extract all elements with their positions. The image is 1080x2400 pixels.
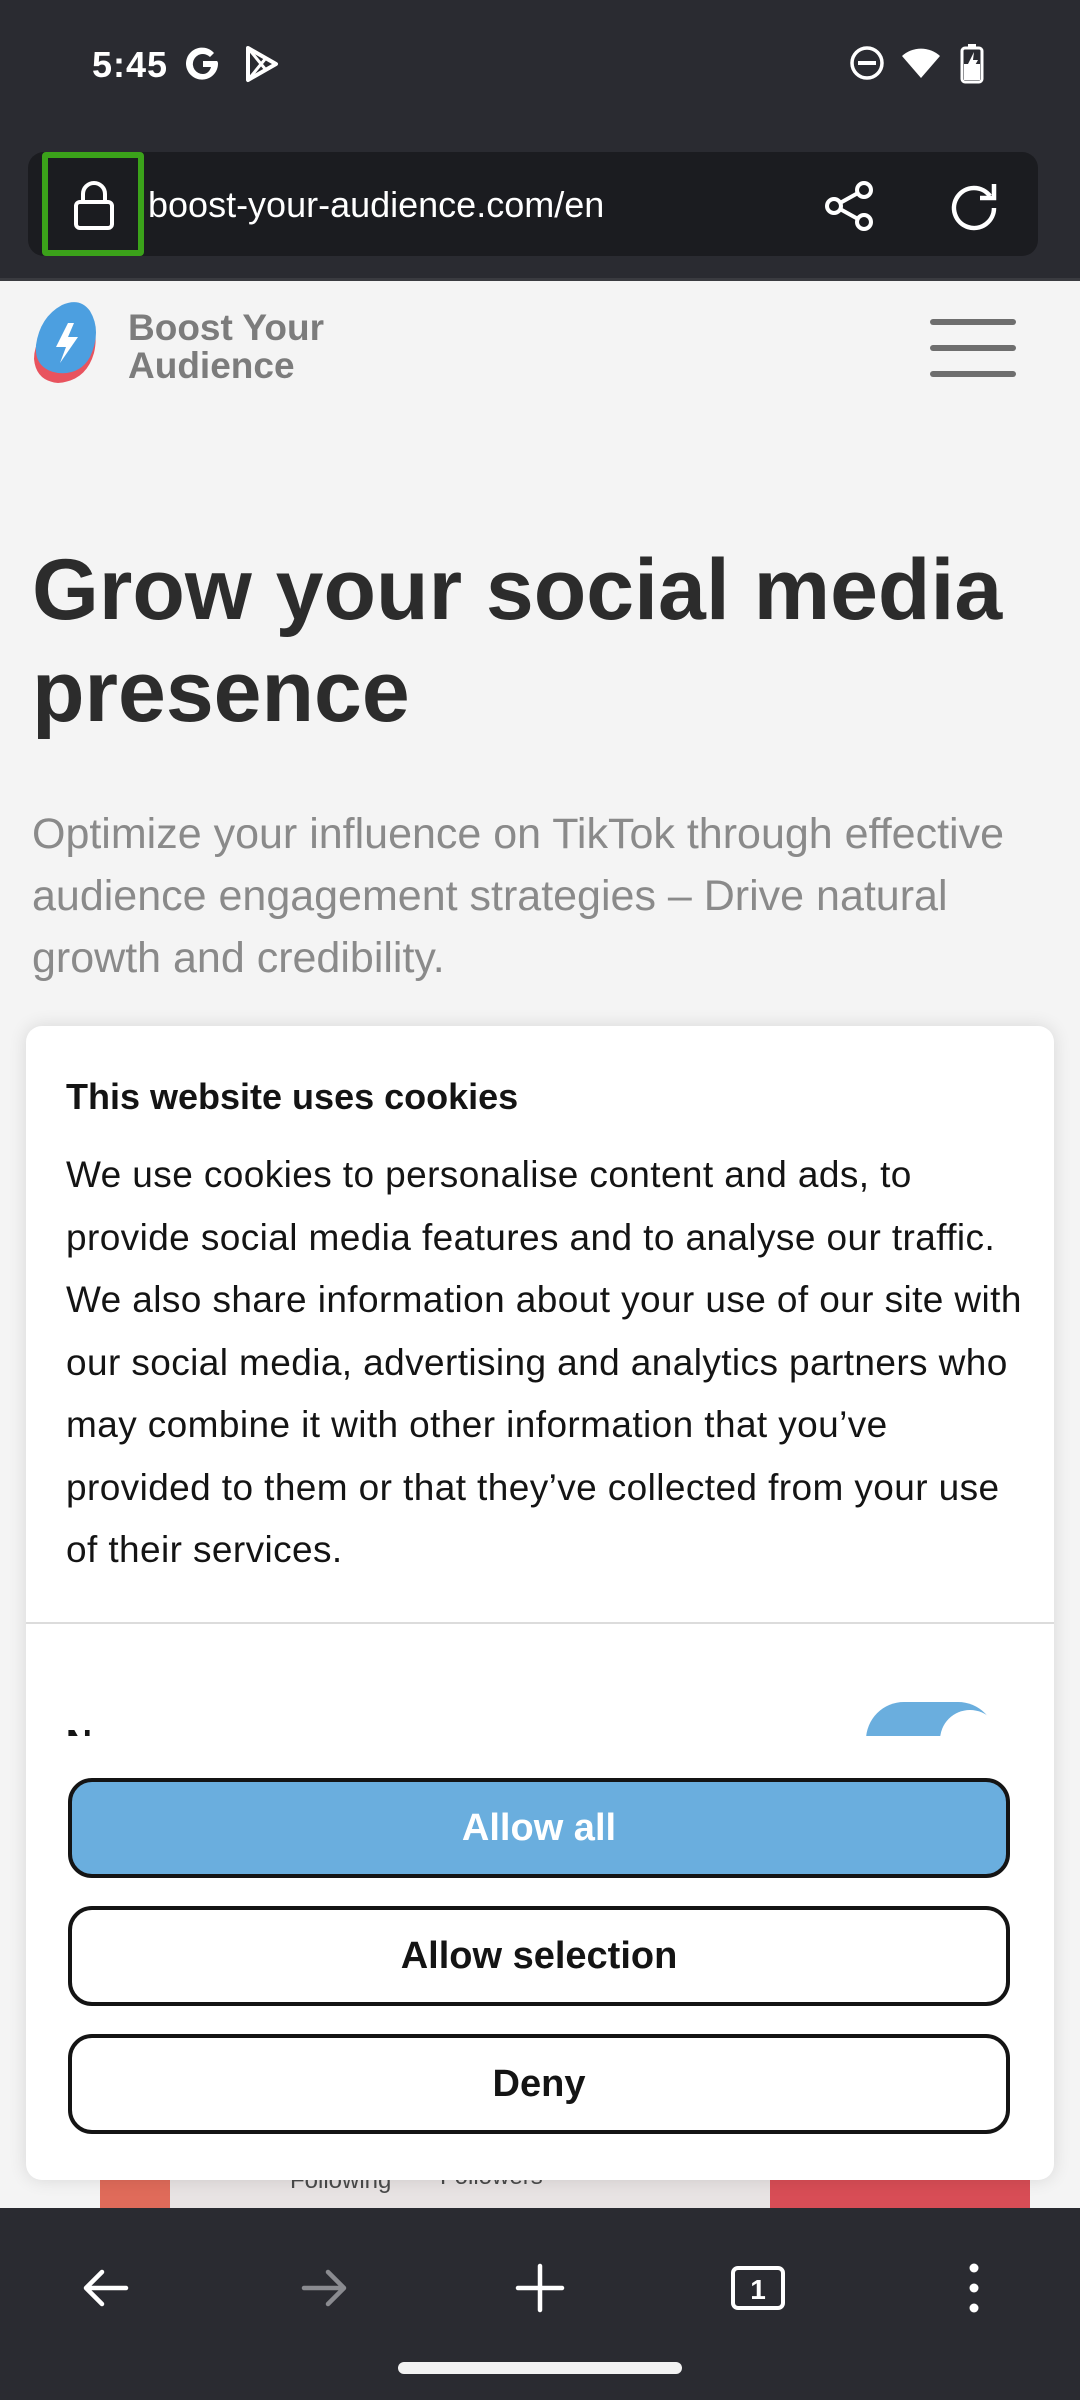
brand-name-line1: Boost Your <box>128 307 324 348</box>
battery-charging-icon <box>956 44 990 91</box>
divider <box>26 1622 1054 1624</box>
do-not-disturb-icon <box>848 44 886 87</box>
wifi-icon <box>900 44 942 87</box>
cookie-category-label-text: N <box>66 1722 92 1736</box>
tab-switcher-icon[interactable]: 1 <box>728 2260 788 2321</box>
home-indicator[interactable] <box>398 2362 682 2374</box>
allow-all-button[interactable]: Allow all <box>68 1778 1010 1878</box>
lock-icon <box>74 181 114 230</box>
brand-logo-icon[interactable] <box>28 297 112 402</box>
hamburger-menu-icon[interactable] <box>930 319 1016 377</box>
lock-icon-button[interactable] <box>42 152 144 256</box>
status-bar: 5:45 <box>0 0 1080 140</box>
share-icon[interactable] <box>822 178 878 239</box>
cookie-dialog-body: We use cookies to personalise content an… <box>66 1154 1022 1570</box>
status-time: 5:45 <box>92 44 169 85</box>
tab-count: 1 <box>750 2274 766 2305</box>
cookie-consent-dialog: This website uses cookies We use cookies… <box>26 1026 1054 2180</box>
allow-selection-button[interactable]: Allow selection <box>68 1906 1010 2006</box>
brand-name-line2: Audience <box>128 345 295 386</box>
overflow-menu-icon[interactable] <box>946 2260 1002 2321</box>
forward-arrow-icon[interactable] <box>296 2260 352 2321</box>
deny-button[interactable]: Deny <box>68 2034 1010 2134</box>
url-text[interactable]: boost-your-audience.com/en <box>148 184 604 226</box>
hero-title: Grow your social media presence <box>32 542 1003 740</box>
hero-subtitle: Optimize your influence on TikTok throug… <box>32 810 1004 982</box>
cookie-dialog-title: This website uses cookies <box>66 1076 519 1117</box>
cookie-category-label: N <box>66 1722 106 1736</box>
play-store-icon <box>242 44 280 89</box>
new-tab-plus-icon[interactable] <box>512 2260 568 2321</box>
google-g-icon <box>184 44 222 89</box>
back-arrow-icon[interactable] <box>78 2260 134 2321</box>
cookie-category-toggle[interactable] <box>866 1702 996 1736</box>
brand-name[interactable]: Boost Your Audience <box>128 309 324 385</box>
reload-icon[interactable] <box>946 178 1002 239</box>
